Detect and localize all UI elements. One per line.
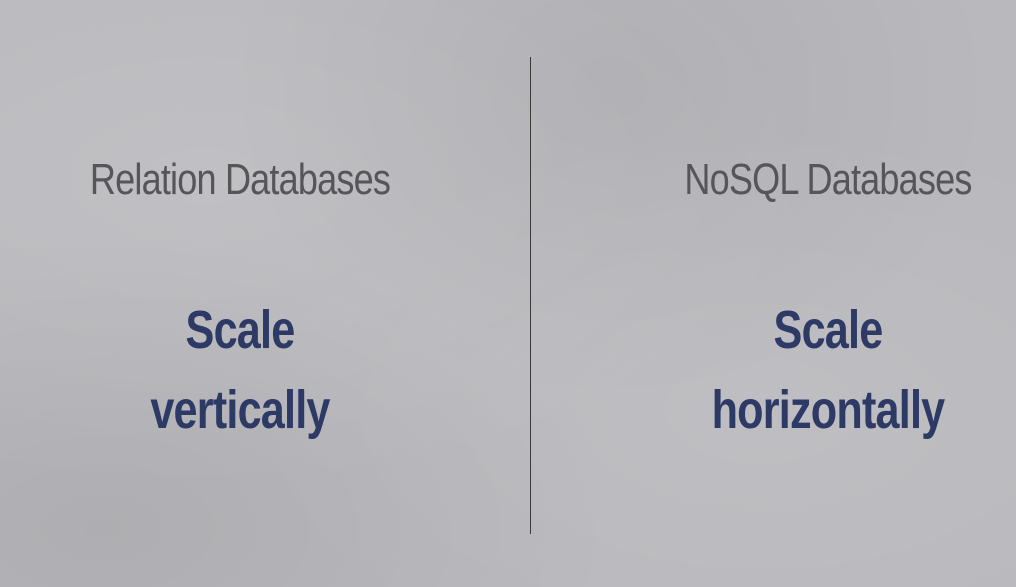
- right-point-line2: horizontally: [711, 380, 946, 440]
- right-point-line1: Scale: [773, 300, 884, 360]
- left-heading: Relation Databases: [89, 155, 391, 204]
- left-point: Scale vertically: [80, 290, 400, 450]
- right-heading: NoSQL Databases: [684, 155, 972, 204]
- column-divider: [530, 57, 531, 534]
- left-point-line1: Scale: [185, 300, 296, 360]
- slide-background: Relation Databases Scale vertically NoSQ…: [0, 0, 1016, 587]
- right-column: NoSQL Databases Scale horizontally: [628, 0, 1016, 587]
- left-column: Relation Databases Scale vertically: [40, 0, 440, 587]
- right-point: Scale horizontally: [668, 290, 988, 450]
- left-point-line2: vertically: [150, 380, 330, 440]
